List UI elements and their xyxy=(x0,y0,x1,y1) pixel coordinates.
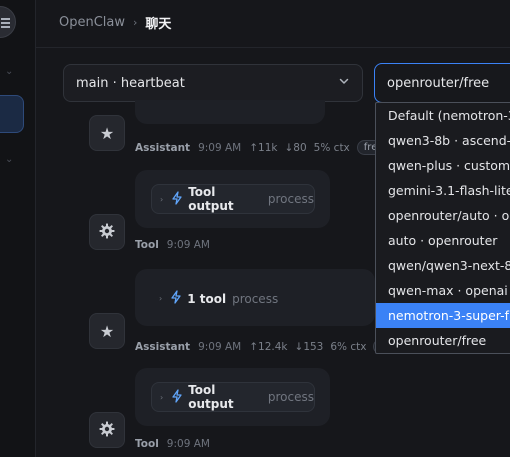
rail-active-item[interactable] xyxy=(0,95,24,133)
message-role: Assistant xyxy=(135,340,191,353)
breadcrumb-separator: › xyxy=(133,16,138,29)
message-role: Tool xyxy=(135,239,159,251)
model-option[interactable]: auto · openrouter xyxy=(376,228,510,253)
message-meta: Assistant 9:09 AM ↑12.4k ↓153 6% ctx fre… xyxy=(135,339,408,354)
assistant-avatar: ★ xyxy=(89,313,125,349)
model-select[interactable]: openrouter/free xyxy=(374,63,510,103)
message-time: 9:09 AM xyxy=(166,239,210,251)
caret-right-icon: › xyxy=(160,194,164,204)
model-option-highlighted[interactable]: nemotron-3-super-fre xyxy=(376,303,510,328)
message-role: Tool xyxy=(135,438,159,450)
tool-sub: process xyxy=(232,291,279,306)
tool-label: Tool output xyxy=(188,185,234,213)
chevron-down-icon xyxy=(338,75,350,91)
model-dropdown-list[interactable]: Default (nemotron-3- qwen3-8b · ascend-q… xyxy=(375,102,510,354)
lightning-icon xyxy=(170,290,182,307)
model-option[interactable]: qwen/qwen3-next-80 xyxy=(376,253,510,278)
message-meta: Assistant 9:09 AM ↑11k ↓80 5% ctx free xyxy=(135,140,391,155)
tool-avatar xyxy=(89,412,125,448)
model-option[interactable]: qwen-plus · custom-c xyxy=(376,153,510,178)
model-option[interactable]: qwen-max · openai xyxy=(376,278,510,303)
tool-sub: process xyxy=(267,192,314,206)
menu-toggle-button[interactable] xyxy=(0,6,16,38)
message-meta: Tool 9:09 AM xyxy=(135,438,218,450)
message-time: 9:09 AM xyxy=(198,141,242,154)
model-option[interactable]: openrouter/free xyxy=(376,328,510,353)
tool-output-toggle[interactable]: › Tool output process xyxy=(151,382,315,412)
session-select[interactable]: main · heartbeat xyxy=(63,64,363,102)
chevron-down-icon[interactable]: ⌄ xyxy=(5,154,13,165)
session-select-value: main · heartbeat xyxy=(76,75,185,91)
tokens-in: ↑11k xyxy=(249,141,278,154)
model-option[interactable]: qwen3-8b · ascend-q xyxy=(376,128,510,153)
message-time: 9:09 AM xyxy=(166,438,210,450)
gear-icon xyxy=(99,421,115,440)
model-option[interactable]: gemini-3.1-flash-lite- xyxy=(376,178,510,203)
tool-avatar xyxy=(89,214,125,250)
tool-label: 1 tool xyxy=(187,291,227,306)
tokens-in: ↑12.4k xyxy=(249,340,288,353)
header: OpenClaw › 聊天 xyxy=(36,0,510,48)
context-usage: 6% ctx xyxy=(330,340,367,353)
star-icon: ★ xyxy=(99,123,115,143)
star-icon: ★ xyxy=(99,321,115,341)
tool-call-toggle[interactable]: › 1 tool process xyxy=(151,290,278,307)
message-bubble xyxy=(135,100,325,124)
left-rail: ⌄ ⌄ xyxy=(0,0,36,457)
lightning-icon xyxy=(171,190,183,208)
lightning-icon xyxy=(171,388,183,406)
gear-icon xyxy=(99,223,115,242)
context-usage: 5% ctx xyxy=(313,141,350,154)
breadcrumb: OpenClaw › 聊天 xyxy=(59,13,171,32)
tool-label: Tool output xyxy=(188,383,234,411)
model-option[interactable]: Default (nemotron-3- xyxy=(376,103,510,128)
caret-right-icon: › xyxy=(159,294,163,303)
tool-sub: process xyxy=(267,390,314,404)
chevron-down-icon[interactable]: ⌄ xyxy=(5,66,13,77)
tool-output-toggle[interactable]: › Tool output process xyxy=(151,184,315,214)
caret-right-icon: › xyxy=(160,392,164,402)
model-option[interactable]: openrouter/auto · ope xyxy=(376,203,510,228)
breadcrumb-root[interactable]: OpenClaw xyxy=(59,15,125,30)
message-meta: Tool 9:09 AM xyxy=(135,239,218,251)
message-role: Assistant xyxy=(135,141,191,154)
page-title: 聊天 xyxy=(145,17,172,32)
model-select-value: openrouter/free xyxy=(387,75,490,91)
tokens-out: ↓80 xyxy=(284,141,307,154)
message-time: 9:09 AM xyxy=(198,340,242,353)
assistant-avatar: ★ xyxy=(89,115,125,151)
tokens-out: ↓153 xyxy=(294,340,324,353)
